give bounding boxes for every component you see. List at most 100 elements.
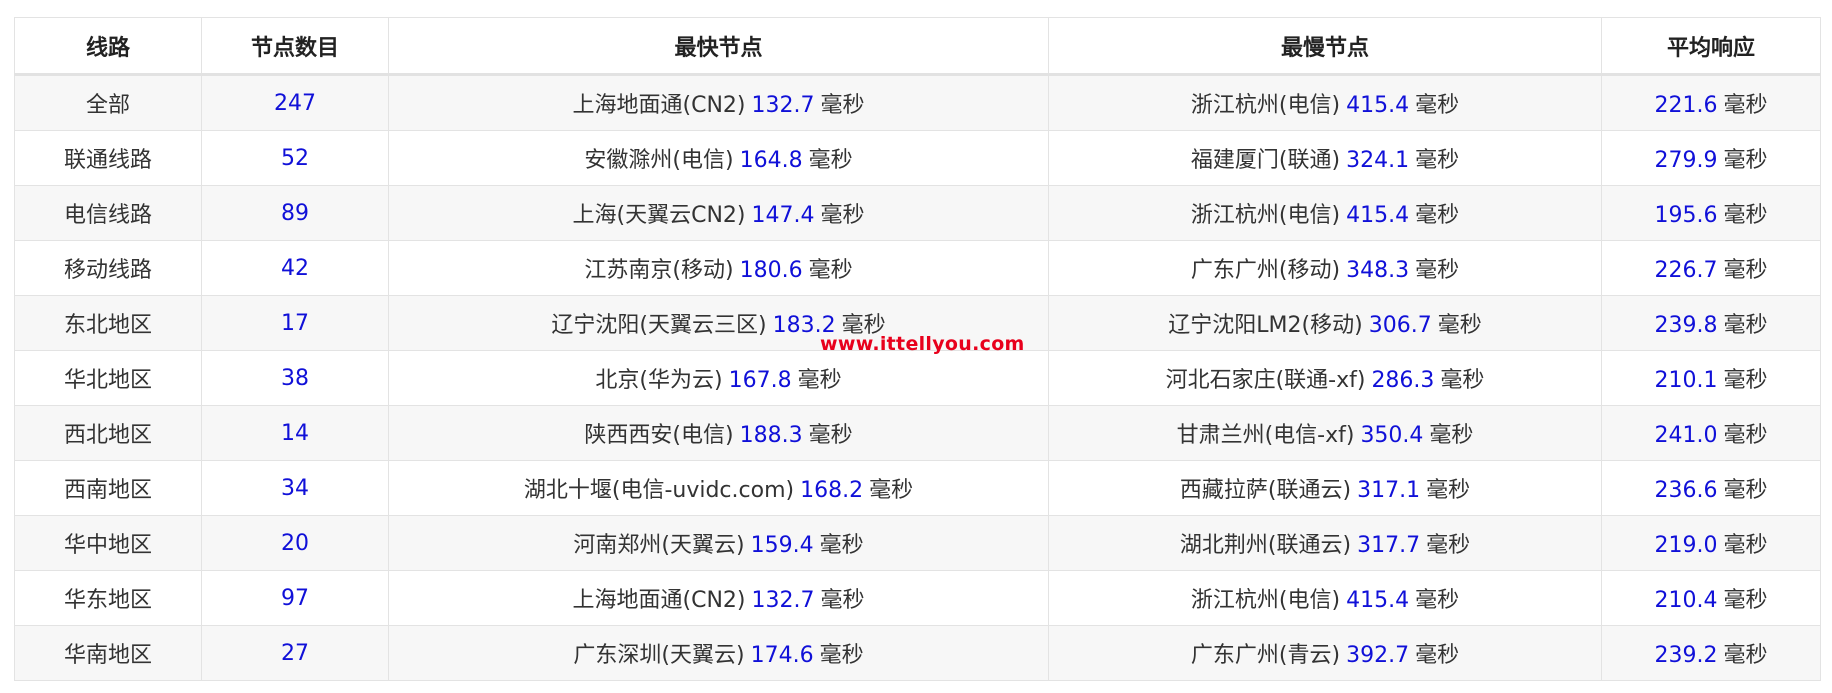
node-count-value: 34	[281, 475, 309, 501]
cell-slowest-node: 湖北荆州(联通云) 317.7 毫秒	[1048, 515, 1602, 571]
fastest-node-unit: 毫秒	[819, 643, 864, 668]
cell-fastest-node: 安徽滁州(电信) 164.8 毫秒	[388, 130, 1049, 186]
slowest-node-unit: 毫秒	[1415, 588, 1460, 613]
fastest-node-unit: 毫秒	[808, 148, 853, 173]
cell-slowest-node: 辽宁沈阳LM2(移动) 306.7 毫秒	[1048, 295, 1602, 351]
cell-slowest-node: 西藏拉萨(联通云) 317.1 毫秒	[1048, 460, 1602, 516]
cell-average-response: 210.4 毫秒	[1601, 570, 1821, 626]
fastest-node-unit: 毫秒	[808, 423, 853, 448]
cell-fastest-node: 北京(华为云) 167.8 毫秒	[388, 350, 1049, 406]
cell-node-count: 17	[201, 295, 389, 351]
slowest-node-unit: 毫秒	[1429, 423, 1474, 448]
fastest-node-name: 上海地面通(CN2)	[572, 588, 746, 613]
cell-average-response: 221.6 毫秒	[1601, 74, 1821, 131]
average-ms: 239.2	[1654, 643, 1718, 668]
average-ms: 279.9	[1654, 148, 1718, 173]
fastest-node-ms: 180.6	[739, 258, 803, 283]
node-count-value: 42	[281, 255, 309, 281]
fastest-node-ms: 174.6	[750, 643, 814, 668]
slowest-node-name: 辽宁沈阳LM2(移动)	[1168, 313, 1363, 338]
fastest-node-unit: 毫秒	[797, 368, 842, 393]
cell-route: 全部	[14, 74, 202, 131]
cell-route: 华东地区	[14, 570, 202, 626]
average-ms: 241.0	[1654, 423, 1718, 448]
slowest-node-ms: 415.4	[1346, 93, 1410, 118]
cell-node-count: 27	[201, 625, 389, 681]
average-unit: 毫秒	[1723, 148, 1768, 173]
slowest-node-unit: 毫秒	[1415, 258, 1460, 283]
cell-fastest-node: 广东深圳(天翼云) 174.6 毫秒	[388, 625, 1049, 681]
table-row: 移动线路 42 江苏南京(移动) 180.6 毫秒 广东广州(移动) 348.3 毫秒 226.…	[14, 240, 1821, 296]
slowest-node-ms: 415.4	[1346, 588, 1410, 613]
table-row: 电信线路 89 上海(天翼云CN2) 147.4 毫秒 浙江杭州(电信) 415.4 毫秒 19…	[14, 185, 1821, 241]
header-slowest-node: 最慢节点	[1048, 17, 1602, 76]
fastest-node-name: 河南郑州(天翼云)	[573, 533, 745, 558]
average-ms: 210.4	[1654, 588, 1718, 613]
table-row: 华东地区 97 上海地面通(CN2) 132.7 毫秒 浙江杭州(电信) 415.4 毫秒 21…	[14, 570, 1821, 626]
cell-slowest-node: 浙江杭州(电信) 415.4 毫秒	[1048, 74, 1602, 131]
node-count-value: 27	[281, 640, 309, 666]
slowest-node-name: 广东广州(青云)	[1190, 643, 1341, 668]
cell-fastest-node: 陕西西安(电信) 188.3 毫秒	[388, 405, 1049, 461]
cell-fastest-node: 湖北十堰(电信-uvidc.com) 168.2 毫秒	[388, 460, 1049, 516]
slowest-node-ms: 348.3	[1346, 258, 1410, 283]
average-unit: 毫秒	[1723, 368, 1768, 393]
cell-node-count: 34	[201, 460, 389, 516]
slowest-node-unit: 毫秒	[1415, 148, 1460, 173]
average-ms: 226.7	[1654, 258, 1718, 283]
slowest-node-name: 浙江杭州(电信)	[1190, 203, 1341, 228]
fastest-node-ms: 159.4	[750, 533, 814, 558]
slowest-node-name: 浙江杭州(电信)	[1190, 588, 1341, 613]
slowest-node-name: 福建厦门(联通)	[1190, 148, 1341, 173]
fastest-node-name: 陕西西安(电信)	[584, 423, 734, 448]
slowest-node-ms: 317.7	[1357, 533, 1421, 558]
cell-fastest-node: 江苏南京(移动) 180.6 毫秒	[388, 240, 1049, 296]
cell-route: 华南地区	[14, 625, 202, 681]
cell-average-response: 219.0 毫秒	[1601, 515, 1821, 571]
cell-average-response: 239.8 毫秒	[1601, 295, 1821, 351]
node-count-value: 17	[281, 310, 309, 336]
table-row: 西北地区 14 陕西西安(电信) 188.3 毫秒 甘肃兰州(电信-xf) 350.4 毫秒 2…	[14, 405, 1821, 461]
header-fastest-node: 最快节点	[388, 17, 1049, 76]
cell-node-count: 20	[201, 515, 389, 571]
average-ms: 210.1	[1654, 368, 1718, 393]
average-ms: 195.6	[1654, 203, 1718, 228]
fastest-node-unit: 毫秒	[820, 93, 865, 118]
table-body: 全部 247 上海地面通(CN2) 132.7 毫秒 浙江杭州(电信) 415.4 毫秒 221…	[14, 74, 1821, 681]
header-average-response: 平均响应	[1601, 17, 1821, 76]
node-count-value: 52	[281, 145, 309, 171]
cell-route: 华北地区	[14, 350, 202, 406]
fastest-node-name: 广东深圳(天翼云)	[573, 643, 745, 668]
node-count-value: 20	[281, 530, 309, 556]
cell-slowest-node: 甘肃兰州(电信-xf) 350.4 毫秒	[1048, 405, 1602, 461]
average-ms: 239.8	[1654, 313, 1718, 338]
cell-route: 西南地区	[14, 460, 202, 516]
cell-average-response: 195.6 毫秒	[1601, 185, 1821, 241]
fastest-node-ms: 168.2	[800, 478, 864, 503]
watermark-text: www.ittellyou.com	[820, 333, 1025, 355]
slowest-node-name: 湖北荆州(联通云)	[1179, 533, 1352, 558]
cell-slowest-node: 浙江杭州(电信) 415.4 毫秒	[1048, 185, 1602, 241]
table-row: 联通线路 52 安徽滁州(电信) 164.8 毫秒 福建厦门(联通) 324.1 毫秒 279.…	[14, 130, 1821, 186]
cell-node-count: 42	[201, 240, 389, 296]
slowest-node-ms: 350.4	[1360, 423, 1424, 448]
fastest-node-unit: 毫秒	[808, 258, 853, 283]
cell-node-count: 14	[201, 405, 389, 461]
cell-node-count: 89	[201, 185, 389, 241]
fastest-node-unit: 毫秒	[869, 478, 914, 503]
cell-node-count: 52	[201, 130, 389, 186]
slowest-node-ms: 324.1	[1346, 148, 1410, 173]
average-unit: 毫秒	[1723, 313, 1768, 338]
fastest-node-name: 上海(天翼云CN2)	[572, 203, 746, 228]
cell-fastest-node: 上海地面通(CN2) 132.7 毫秒	[388, 74, 1049, 131]
node-count-value: 247	[274, 90, 316, 116]
cell-route: 联通线路	[14, 130, 202, 186]
cell-route: 华中地区	[14, 515, 202, 571]
fastest-node-unit: 毫秒	[820, 588, 865, 613]
node-count-value: 14	[281, 420, 309, 446]
node-count-value: 89	[281, 200, 309, 226]
table-row: 华中地区 20 河南郑州(天翼云) 159.4 毫秒 湖北荆州(联通云) 317.7 毫秒 21…	[14, 515, 1821, 571]
table-header-row: 线路 节点数目 最快节点 最慢节点 平均响应	[14, 17, 1821, 76]
table-row: 华北地区 38 北京(华为云) 167.8 毫秒 河北石家庄(联通-xf) 286.3 毫秒 2…	[14, 350, 1821, 406]
fastest-node-ms: 167.8	[728, 368, 792, 393]
